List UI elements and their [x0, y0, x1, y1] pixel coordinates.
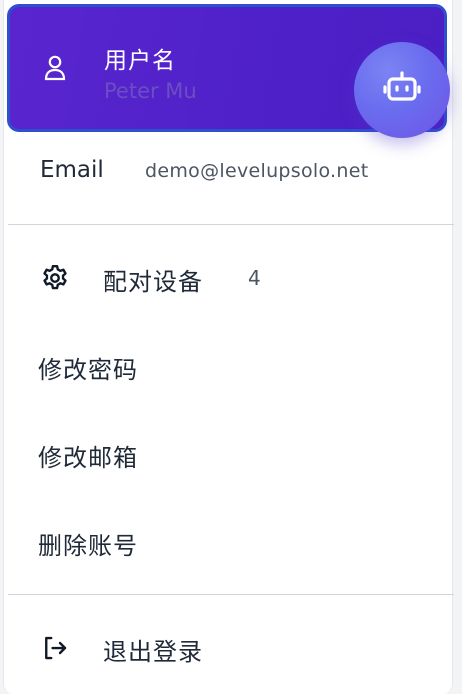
menu-item-change-email[interactable]: 修改邮箱	[8, 414, 454, 494]
user-title: 用户名	[104, 48, 176, 74]
user-icon	[40, 53, 70, 83]
menu-item-label: 修改邮箱	[38, 444, 138, 472]
email-value: demo@levelupsolo.net	[145, 160, 369, 182]
menu-item-label: 删除账号	[38, 532, 138, 560]
email-row: Email demo@levelupsolo.net	[7, 140, 457, 224]
divider	[8, 594, 454, 595]
menu-item-change-password[interactable]: 修改密码	[8, 326, 454, 406]
menu-item-label: 修改密码	[38, 356, 138, 384]
assistant-bot-button[interactable]	[354, 42, 450, 138]
menu-item-paired-devices[interactable]: 配对设备 4	[8, 238, 454, 318]
email-label: Email	[40, 157, 104, 183]
paired-devices-count: 4	[248, 266, 261, 290]
menu-item-logout[interactable]: 退出登录	[8, 608, 454, 688]
user-name: Peter Mu	[104, 79, 197, 103]
menu-item-label: 配对设备	[103, 268, 203, 296]
divider	[8, 224, 454, 225]
robot-icon	[379, 65, 425, 115]
logout-icon	[40, 633, 70, 663]
gear-icon	[40, 263, 70, 293]
menu-item-delete-account[interactable]: 删除账号	[8, 502, 454, 582]
menu-item-label: 退出登录	[103, 638, 203, 666]
